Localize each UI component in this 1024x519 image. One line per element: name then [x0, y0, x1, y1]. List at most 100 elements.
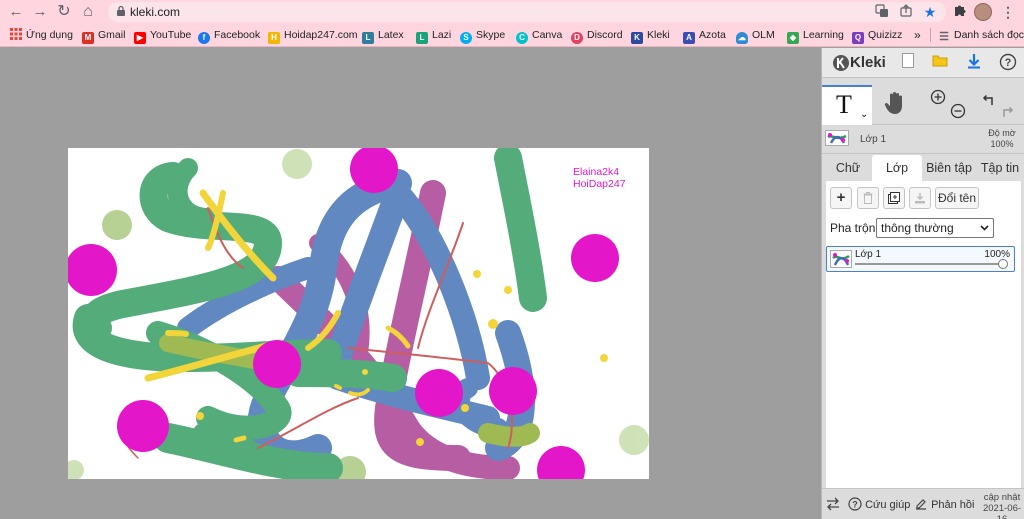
canvas-artwork — [68, 148, 649, 479]
chevron-down-icon[interactable]: ⌄ — [860, 109, 868, 120]
text-tool-glyph: T — [836, 90, 852, 119]
signature-line-1: Elaina2k4 — [573, 166, 620, 178]
profile-avatar[interactable] — [974, 3, 992, 21]
bookmark-gmail[interactable]: M Gmail — [82, 28, 125, 44]
bookmark-hoidap247[interactable]: H Hoidap247.com — [268, 28, 358, 44]
add-layer-button[interactable]: + — [830, 187, 852, 209]
bookmark-latex[interactable]: L Latex — [362, 28, 404, 44]
forward-icon[interactable]: → — [30, 2, 50, 22]
zoom-out-icon[interactable] — [950, 103, 966, 119]
layer-item[interactable]: Lớp 1 100% — [826, 246, 1015, 272]
bookmark-skype[interactable]: S Skype — [460, 28, 506, 44]
bookmark-youtube[interactable]: ▶ YouTube — [134, 28, 192, 44]
menu-kebab-icon[interactable]: ⋮ — [998, 2, 1018, 22]
bookmark-lazi[interactable]: L Lazi — [416, 28, 451, 44]
layer-opacity-slider-handle[interactable] — [998, 259, 1008, 269]
bookmark-star-icon[interactable]: ★ — [922, 4, 938, 20]
bookmark-quizizz[interactable]: Q Quizizz — [852, 28, 902, 44]
blend-mode-select[interactable]: thông thường — [876, 218, 994, 238]
reading-list[interactable]: ☰ Danh sách đọc — [938, 28, 1024, 43]
layer-thumbnail — [830, 250, 852, 268]
download-icon[interactable] — [964, 53, 984, 73]
layer-preview-opacity: Độ mờ 100% — [982, 128, 1022, 150]
back-icon[interactable]: ← — [6, 2, 26, 22]
tab-edit[interactable]: Biên tập — [924, 155, 974, 181]
new-file-icon[interactable] — [898, 53, 918, 73]
bookmark-apps[interactable]: Ứng dụng — [10, 28, 73, 43]
bookmarks-overflow[interactable]: » — [914, 28, 921, 43]
kleki-icon: K — [631, 32, 643, 44]
redo-icon[interactable] — [1000, 103, 1016, 119]
feedback-link[interactable]: Phản hồi — [914, 497, 975, 512]
help-icon[interactable]: ? — [998, 53, 1018, 73]
hoidap-icon: H — [268, 32, 280, 44]
tab-file[interactable]: Tập tin — [977, 155, 1023, 181]
update-date: 2021-06-16 — [982, 503, 1022, 519]
azota-icon: A — [683, 32, 695, 44]
panel-tabs: Chữ Lớp Biên tập Tập tin — [822, 155, 1024, 181]
bookmark-label: Discord — [587, 29, 623, 41]
discord-icon: D — [571, 32, 583, 44]
opacity-label: Độ mờ — [988, 128, 1016, 138]
layer-opacity: 100% — [984, 249, 1010, 260]
translate-icon[interactable] — [874, 4, 890, 20]
bookmark-kleki[interactable]: K Kleki — [631, 28, 670, 44]
logo-bar: Kleki ? — [822, 48, 1024, 78]
reload-icon[interactable]: ↻ — [54, 2, 74, 22]
help-link[interactable]: ? Cứu giúp — [848, 497, 910, 512]
zoom-in-icon[interactable] — [930, 89, 946, 105]
olm-icon: ☁ — [736, 32, 748, 44]
bookmark-label: Latex — [378, 29, 404, 41]
home-icon[interactable]: ⌂ — [78, 2, 98, 22]
swap-panel-icon[interactable] — [826, 497, 840, 515]
open-folder-icon[interactable] — [930, 53, 950, 73]
text-tool-button[interactable]: T ⌄ — [822, 85, 872, 125]
tool-row: T ⌄ — [822, 79, 1024, 125]
layer-preview[interactable]: Lớp 1 Độ mờ 100% — [822, 126, 1024, 154]
bookmark-label: Skype — [476, 29, 506, 41]
address-bar[interactable]: kleki.com ★ — [108, 2, 946, 22]
latex-icon: L — [362, 32, 374, 44]
reading-list-label: Danh sách đọc — [954, 29, 1024, 41]
workspace[interactable]: Elaina2k4 HoiDap247 — [0, 48, 821, 519]
share-icon[interactable] — [898, 4, 914, 20]
bookmark-facebook[interactable]: f Facebook — [198, 28, 261, 44]
bookmark-label: Hoidap247.com — [284, 29, 358, 41]
app-name[interactable]: Kleki — [850, 54, 886, 72]
merge-layer-button[interactable] — [909, 187, 931, 209]
quizizz-icon: Q — [852, 32, 864, 44]
hand-tool-icon[interactable] — [884, 91, 908, 117]
bookmark-azota[interactable]: A Azota — [683, 28, 726, 44]
undo-icon[interactable] — [980, 91, 996, 107]
bookmark-canva[interactable]: C Canva — [516, 28, 563, 44]
bookmark-discord[interactable]: D Discord — [571, 28, 623, 44]
kleki-logo-icon — [832, 54, 850, 72]
tab-text[interactable]: Chữ — [828, 155, 868, 181]
feedback-link-label: Phản hồi — [931, 499, 975, 511]
layer-opacity-slider-track[interactable] — [855, 263, 1003, 265]
duplicate-layer-button[interactable] — [883, 187, 905, 209]
bookmark-label: OLM — [752, 29, 775, 41]
canvas-signature: Elaina2k4 HoiDap247 — [573, 166, 626, 190]
bookmark-label: Learning — [803, 29, 844, 41]
bookmark-label: YouTube — [150, 29, 192, 41]
bookmark-olm[interactable]: ☁ OLM — [736, 28, 775, 44]
chevron-down-icon — [980, 219, 989, 244]
bookmark-label: Facebook — [214, 29, 261, 41]
tab-layers[interactable]: Lớp — [872, 155, 922, 181]
rename-layer-button[interactable]: Đổi tên — [935, 187, 979, 209]
skype-icon: S — [460, 32, 472, 44]
delete-layer-button[interactable] — [857, 187, 879, 209]
bookmarks-bar: Ứng dụng M Gmail ▶ YouTube f Facebook H Hoid… — [0, 24, 1024, 47]
drawing-canvas[interactable]: Elaina2k4 HoiDap247 — [68, 148, 649, 479]
url-text[interactable]: kleki.com — [130, 5, 180, 19]
blend-mode-value: thông thường — [881, 221, 954, 235]
bookmark-learning[interactable]: ◆ Learning — [787, 28, 844, 44]
layers-tab-content: + Đổi tên Pha trộn thông thường Lớp 1 10… — [826, 181, 1021, 513]
opacity-value: 100% — [990, 139, 1014, 149]
lock-icon[interactable] — [116, 5, 126, 19]
version-info: cập nhật 2021-06-16 — [980, 492, 1024, 519]
extensions-icon[interactable] — [950, 2, 970, 22]
bookmark-label: Canva — [532, 29, 563, 41]
browser-toolbar: ← → ↻ ⌂ kleki.com ★ ⋮ — [0, 0, 1024, 24]
